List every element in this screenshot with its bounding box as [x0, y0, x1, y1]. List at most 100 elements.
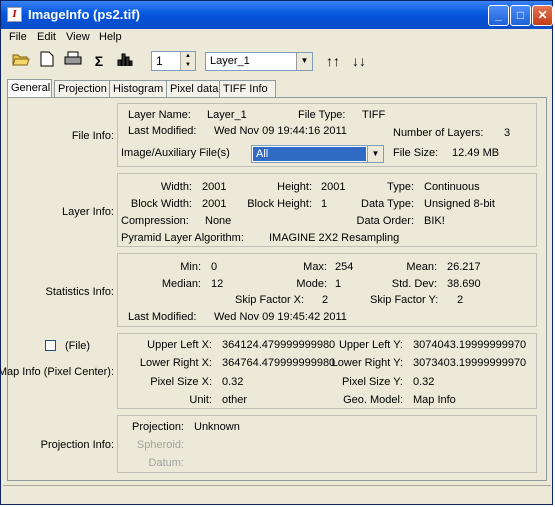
- compression-value: None: [205, 215, 232, 227]
- chevron-down-icon[interactable]: ▼: [296, 53, 312, 70]
- median-value: 12: [211, 278, 224, 290]
- type-value: Continuous: [424, 181, 480, 193]
- data-order-label: Data Order:: [356, 215, 414, 227]
- tab-histogram[interactable]: Histogram: [109, 80, 167, 97]
- skip-factor-y-value: 2: [457, 294, 464, 306]
- mean-value: 26.217: [447, 261, 481, 273]
- status-bar: [3, 485, 551, 504]
- file-info-label: File Info:: [71, 130, 114, 142]
- tab-tiff-info[interactable]: TIFF Info: [219, 80, 276, 97]
- spheroid-label: Spheroid:: [136, 439, 184, 451]
- layer-down-icon[interactable]: ↓↓: [349, 51, 369, 71]
- layer-number-spinner[interactable]: 1 ▲ ▼: [151, 51, 196, 71]
- spinner-arrows-icon[interactable]: ▲ ▼: [180, 52, 195, 70]
- open-folder-icon[interactable]: [11, 51, 31, 71]
- width-value: 2001: [202, 181, 227, 193]
- skip-factor-y-label: Skip Factor Y:: [370, 294, 439, 306]
- chevron-down-icon[interactable]: ▼: [367, 146, 383, 162]
- block-height-value: 1: [321, 198, 328, 210]
- pyramid-algorithm-value: IMAGINE 2X2 Resampling: [269, 232, 400, 244]
- projection-info-label: Projection Info:: [40, 439, 114, 451]
- mode-value: 1: [335, 278, 342, 290]
- tab-projection[interactable]: Projection: [54, 80, 110, 97]
- mean-label: Mean:: [406, 261, 437, 273]
- lower-right-y-value: 3073403.19999999970: [413, 357, 527, 369]
- upper-left-x-value: 364124.479999999980: [222, 339, 336, 351]
- layer-select[interactable]: Layer_1 ▼: [205, 52, 313, 71]
- lower-right-x-label: Lower Right X:: [139, 357, 212, 369]
- image-info-window: I ImageInfo (ps2.tif) _ □ ✕ File Edit Vi…: [0, 0, 553, 505]
- app-icon[interactable]: I: [7, 7, 22, 22]
- pixel-size-x-label: Pixel Size X:: [150, 376, 212, 388]
- menu-help[interactable]: Help: [99, 31, 122, 43]
- std-dev-value: 38.690: [447, 278, 481, 290]
- geo-model-value: Map Info: [413, 394, 456, 406]
- layer-number-value: 1: [156, 54, 163, 68]
- sigma-statistics-icon[interactable]: Σ: [89, 51, 109, 71]
- tab-bar: General Projection Histogram Pixel data …: [7, 79, 552, 98]
- window-title: ImageInfo (ps2.tif): [28, 7, 140, 22]
- std-dev-label: Std. Dev:: [391, 278, 437, 290]
- min-value: 0: [211, 261, 218, 273]
- pixel-size-y-label: Pixel Size Y:: [342, 376, 403, 388]
- minimize-button[interactable]: _: [488, 5, 509, 26]
- lower-right-x-value: 364764.479999999980: [222, 357, 336, 369]
- new-file-icon[interactable]: [37, 51, 57, 71]
- pixel-size-y-value: 0.32: [413, 376, 435, 388]
- tab-pixel-data[interactable]: Pixel data: [166, 80, 220, 97]
- layer-select-value: Layer_1: [210, 55, 250, 67]
- histogram-icon[interactable]: [115, 51, 135, 71]
- aux-files-select[interactable]: All ▼: [251, 145, 384, 163]
- unit-value: other: [222, 394, 248, 406]
- file-checkbox[interactable]: [45, 340, 56, 351]
- aux-files-label: Image/Auxiliary File(s): [121, 147, 230, 159]
- data-order-value: BIK!: [424, 215, 445, 227]
- projection-value: Unknown: [194, 421, 240, 433]
- unit-label: Unit:: [189, 394, 212, 406]
- file-checkbox-label: (File): [65, 340, 91, 352]
- aux-files-select-value: All: [256, 148, 269, 160]
- last-modified-label: Last Modified:: [128, 125, 197, 137]
- geo-model-label: Geo. Model:: [343, 394, 403, 406]
- layer-name-value: Layer_1: [207, 109, 247, 121]
- file-type-value: TIFF: [362, 109, 386, 121]
- min-label: Min:: [180, 261, 201, 273]
- median-label: Median:: [161, 278, 201, 290]
- map-info-label: Map Info (Pixel Center):: [0, 366, 114, 378]
- tab-general[interactable]: General: [7, 79, 52, 98]
- upper-left-y-value: 3074043.19999999970: [413, 339, 527, 351]
- file-size-label: File Size:: [393, 147, 439, 159]
- file-size-value: 12.49 MB: [452, 147, 500, 159]
- upper-left-y-label: Upper Left Y:: [338, 339, 403, 351]
- title-bar[interactable]: I ImageInfo (ps2.tif) _ □ ✕: [1, 1, 553, 29]
- datum-label: Datum:: [148, 457, 184, 469]
- data-type-value: Unsigned 8-bit: [424, 198, 495, 210]
- statistics-last-modified-value: Wed Nov 09 19:45:42 2011: [214, 311, 347, 323]
- statistics-info-label: Statistics Info:: [45, 286, 114, 298]
- number-of-layers-value: 3: [504, 127, 511, 139]
- layer-info-label: Layer Info:: [62, 206, 114, 218]
- max-value: 254: [335, 261, 354, 273]
- maximize-button[interactable]: □: [510, 5, 531, 26]
- compression-label: Compression:: [121, 215, 189, 227]
- menu-bar: File Edit View Help: [1, 29, 552, 47]
- menu-view[interactable]: View: [66, 31, 90, 43]
- height-label: Height:: [277, 181, 312, 193]
- width-label: Width:: [160, 181, 192, 193]
- block-width-value: 2001: [202, 198, 227, 210]
- toolbar: Σ 1 ▲ ▼ Layer_1 ▼ ↑↑ ↓↓: [1, 47, 552, 75]
- block-width-label: Block Width:: [130, 198, 192, 210]
- pyramid-algorithm-label: Pyramid Layer Algorithm:: [121, 232, 244, 244]
- lower-right-y-label: Lower Right Y:: [331, 357, 403, 369]
- pixel-size-x-value: 0.32: [222, 376, 244, 388]
- menu-file[interactable]: File: [9, 31, 27, 43]
- data-type-label: Data Type:: [361, 198, 414, 210]
- height-value: 2001: [321, 181, 346, 193]
- print-icon[interactable]: [63, 51, 83, 71]
- menu-edit[interactable]: Edit: [37, 31, 56, 43]
- close-button[interactable]: ✕: [532, 5, 553, 26]
- layer-up-icon[interactable]: ↑↑: [323, 51, 343, 71]
- block-height-label: Block Height:: [247, 198, 312, 210]
- skip-factor-x-label: Skip Factor X:: [235, 294, 305, 306]
- statistics-last-modified-label: Last Modified:: [128, 311, 197, 323]
